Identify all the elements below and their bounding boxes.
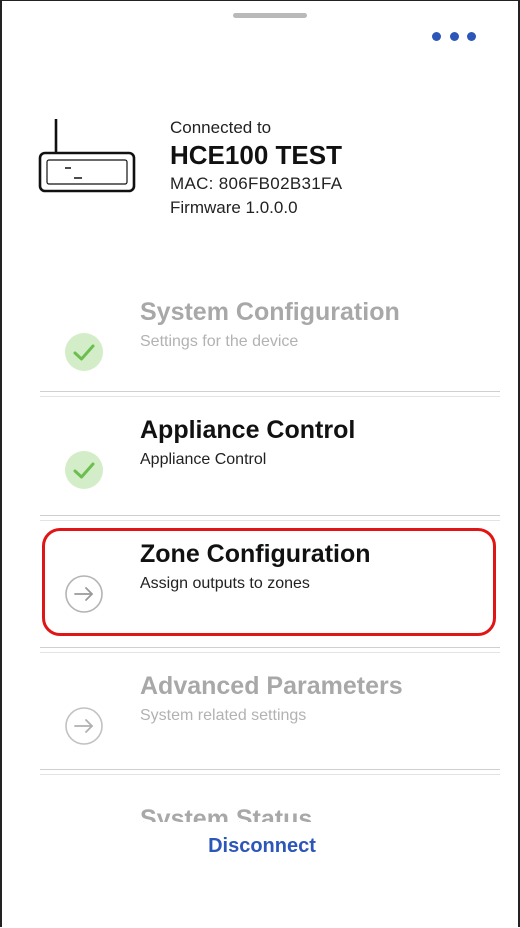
menu-item-title: Advanced Parameters — [140, 672, 403, 700]
more-horizontal-icon-dot — [467, 31, 476, 41]
menu-item-subtitle: Assign outputs to zones — [140, 575, 310, 592]
device-info: Connected to HCE100 TEST MAC: 806FB02B31… — [170, 118, 342, 218]
divider — [40, 515, 500, 521]
menu-item-advanced-parameters[interactable]: Advanced Parameters System related setti… — [40, 657, 500, 765]
check-circle-icon — [65, 333, 103, 371]
divider — [40, 769, 500, 775]
menu-item-subtitle: Appliance Control — [140, 451, 267, 468]
more-options-button[interactable] — [432, 25, 476, 47]
device-mac: MAC: 806FB02B31FA — [170, 173, 343, 193]
more-horizontal-icon — [432, 31, 441, 41]
menu-item-zone-configuration[interactable]: Zone Configuration Assign outputs to zon… — [40, 525, 500, 633]
check-circle-icon — [65, 451, 103, 489]
connected-label: Connected to — [170, 118, 272, 137]
more-horizontal-icon-dot — [449, 31, 459, 41]
divider — [40, 647, 500, 653]
menu-item-system-status[interactable]: System Status — [140, 804, 312, 822]
arrow-right-circle-icon — [65, 575, 103, 613]
menu-item-title: System Configuration — [140, 298, 400, 326]
menu-item-title: Appliance Control — [140, 416, 356, 444]
sheet-panel: Connected to HCE100 TEST MAC: 806FB02B31… — [0, 0, 520, 927]
menu-item-subtitle: Settings for the device — [140, 333, 299, 350]
menu-item-subtitle: System related settings — [140, 707, 307, 724]
divider — [40, 391, 500, 397]
menu-item-system-configuration[interactable]: System Configuration Settings for the de… — [40, 283, 500, 391]
arrow-right-circle-icon — [65, 707, 103, 745]
device-name: HCE100 TEST — [170, 140, 342, 171]
disconnect-button[interactable]: Disconnect — [2, 835, 520, 858]
drag-handle[interactable] — [233, 13, 307, 18]
menu-item-appliance-control[interactable]: Appliance Control Appliance Control — [40, 401, 500, 509]
router-icon — [38, 119, 136, 193]
device-firmware: Firmware 1.0.0.0 — [170, 197, 298, 217]
menu-item-title: Zone Configuration — [140, 540, 371, 568]
